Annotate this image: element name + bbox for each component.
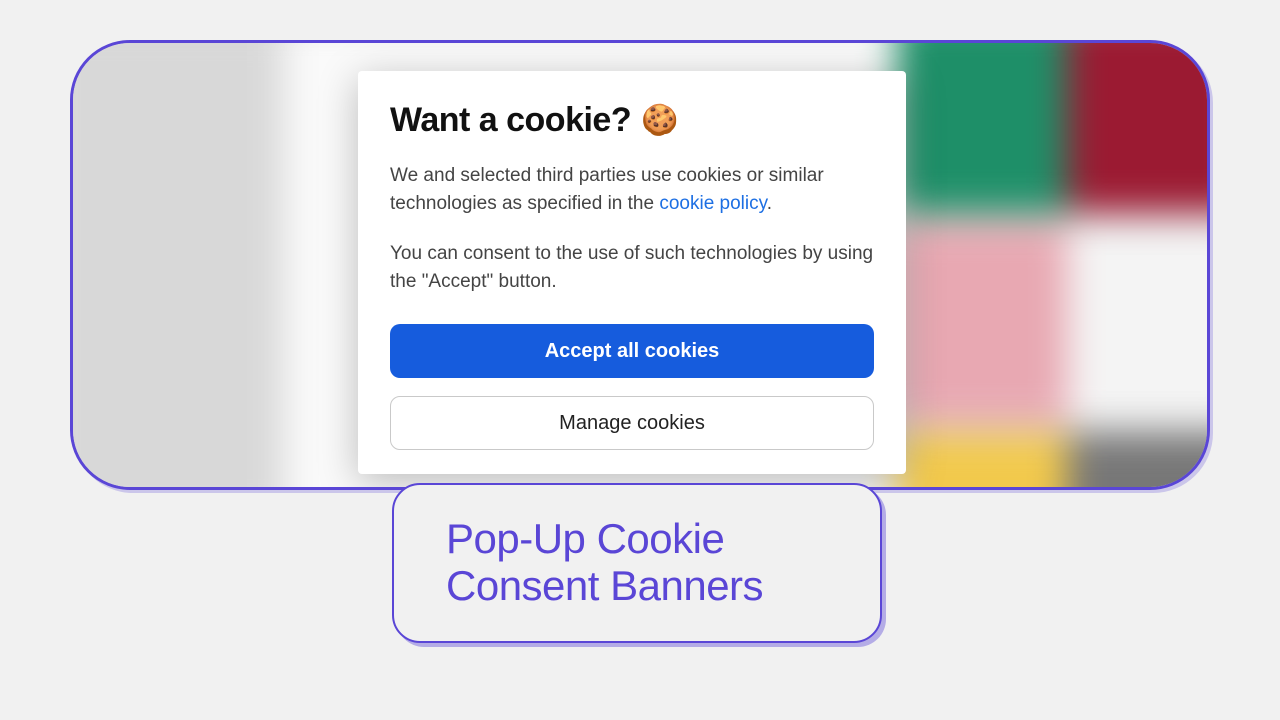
dialog-body: We and selected third parties use cookie… (390, 162, 874, 296)
cookie-icon: 🍪 (641, 103, 678, 138)
dialog-paragraph-1: We and selected third parties use cookie… (390, 162, 874, 218)
dialog-title: Want a cookie? 🍪 (390, 101, 874, 140)
caption-card: Pop-Up Cookie Consent Banners (392, 483, 882, 643)
cookie-policy-link[interactable]: cookie policy (659, 193, 766, 214)
caption-text: Pop-Up Cookie Consent Banners (446, 515, 828, 609)
cookie-consent-dialog: Want a cookie? 🍪 We and selected third p… (358, 71, 906, 474)
accept-all-cookies-button[interactable]: Accept all cookies (390, 324, 874, 378)
dialog-title-text: Want a cookie? (390, 101, 631, 140)
dialog-paragraph-2: You can consent to the use of such techn… (390, 240, 874, 296)
dialog-p1-post: . (767, 193, 772, 214)
manage-cookies-button[interactable]: Manage cookies (390, 396, 874, 450)
screenshot-frame: Want a cookie? 🍪 We and selected third p… (70, 40, 1210, 490)
